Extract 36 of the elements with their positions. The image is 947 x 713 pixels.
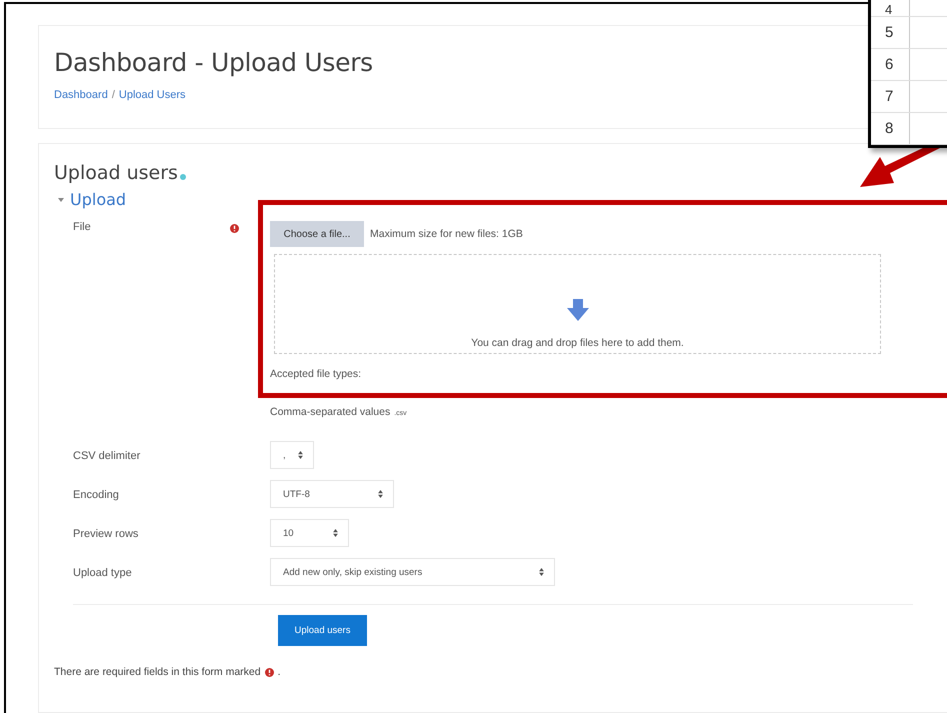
row-number: 6 (871, 49, 910, 80)
field-label: Preview rows (73, 528, 138, 540)
note-period: . (278, 666, 281, 678)
row-number: 7 (871, 81, 910, 112)
sort-arrows-icon (539, 568, 544, 576)
file-type-text: Comma-separated values (270, 406, 390, 418)
drop-hint: You can drag and drop files here to add them. (471, 337, 684, 349)
help-icon (180, 174, 186, 180)
select-field[interactable]: UTF-8 (270, 480, 394, 508)
download-arrow-icon (566, 299, 590, 321)
sort-arrows-icon (378, 490, 383, 498)
form-heading: Upload users (54, 162, 186, 184)
breadcrumb-separator: / (112, 89, 115, 101)
drop-zone[interactable]: You can drag and drop files here to add them. (274, 254, 881, 354)
breadcrumb-link[interactable]: Dashboard (54, 89, 108, 101)
required-note: There are required fields in this form marked (54, 666, 261, 678)
sort-arrows-icon (333, 529, 338, 537)
select-field[interactable]: , (270, 441, 314, 469)
field-label: Upload type (73, 567, 132, 579)
max-size-text: Maximum size for new files: 1GB (370, 228, 523, 240)
page-title: Dashboard - Upload Users (54, 48, 373, 77)
breadcrumb-link[interactable]: Upload Users (118, 89, 186, 101)
select-field[interactable]: Add new only, skip existing users (270, 558, 555, 586)
upload-users-button[interactable]: Upload users (278, 615, 367, 646)
select-field[interactable]: 10 (270, 519, 349, 547)
choose-file-button[interactable]: Choose a file... (270, 221, 364, 247)
row-number: 5 (871, 17, 910, 48)
sort-arrows-icon (298, 451, 303, 459)
field-label: CSV delimiter (73, 450, 140, 462)
row-number: 8 (871, 113, 910, 144)
section-link[interactable]: Upload (70, 190, 126, 209)
field-label: File (73, 221, 91, 233)
accepted-label: Accepted file types: (270, 368, 362, 380)
required-icon (264, 668, 274, 676)
field-label: Encoding (73, 489, 119, 501)
row-number: 4 (871, 0, 910, 16)
